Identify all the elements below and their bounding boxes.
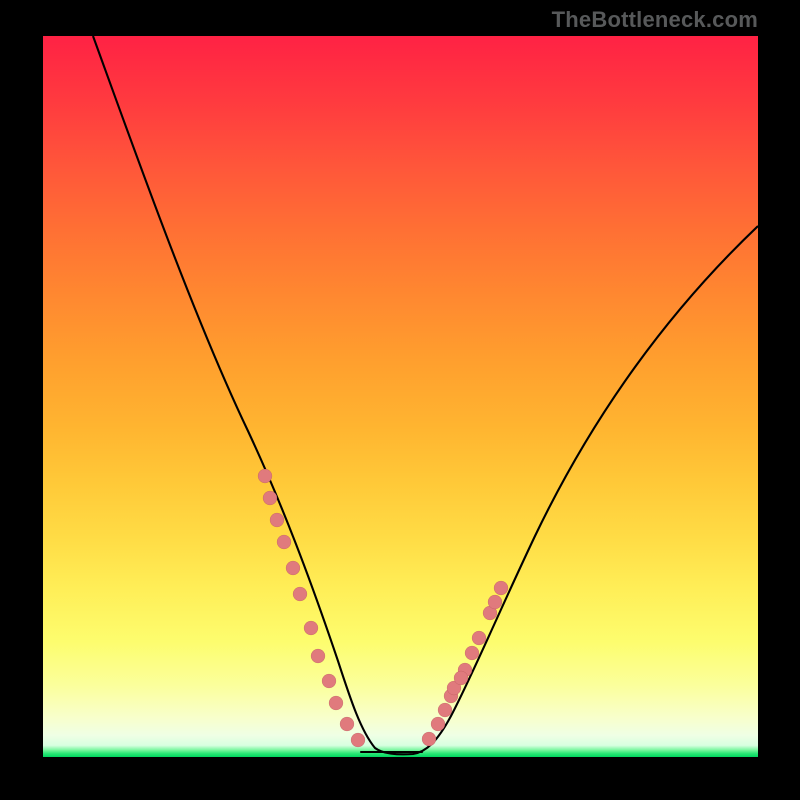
plot-area (43, 36, 758, 757)
chart-frame: TheBottleneck.com (0, 0, 800, 800)
chart-svg (43, 36, 758, 757)
left-marker-cluster (258, 469, 365, 747)
right-marker-cluster (422, 581, 508, 746)
attribution-text: TheBottleneck.com (552, 7, 758, 33)
bottleneck-curve (93, 36, 758, 754)
